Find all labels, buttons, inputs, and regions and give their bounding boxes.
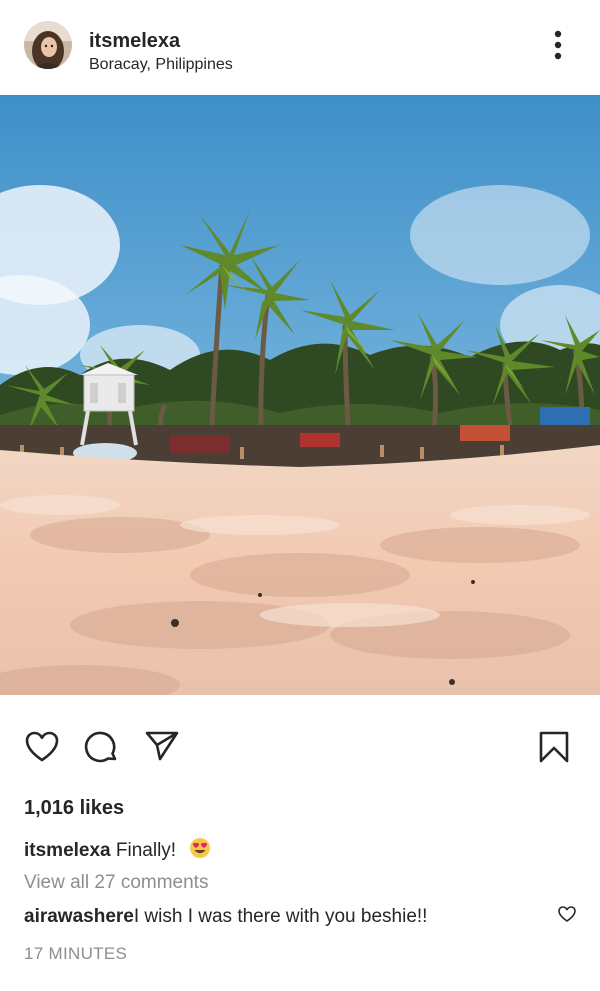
comment-username[interactable]: airawashere: [24, 906, 134, 927]
comment-icon[interactable]: [84, 729, 120, 765]
post-caption: itsmelexa Finally!: [24, 837, 211, 863]
action-bar: [0, 695, 600, 795]
caption-text: Finally!: [115, 840, 177, 861]
beach-photo: [0, 95, 600, 695]
heart-eyes-emoji: [189, 837, 211, 859]
view-all-comments-link[interactable]: View all 27 comments: [24, 871, 208, 895]
post-header: itsmelexa Boracay, Philippines: [0, 0, 600, 95]
caption-username[interactable]: itsmelexa: [24, 840, 111, 861]
bookmark-icon[interactable]: [536, 729, 572, 765]
post-photo[interactable]: [0, 95, 600, 695]
likes-count[interactable]: 1,016 likes: [24, 796, 124, 820]
heart-icon[interactable]: [24, 729, 60, 765]
avatar-image: [24, 21, 72, 69]
post-location[interactable]: Boracay, Philippines: [89, 55, 233, 75]
comment-item: airawashereI wish I was there with you b…: [24, 905, 427, 929]
post-username[interactable]: itsmelexa: [89, 29, 180, 53]
avatar[interactable]: [24, 21, 72, 69]
comment-heart-icon[interactable]: [557, 904, 577, 924]
share-icon[interactable]: [144, 729, 180, 765]
post-timestamp: 17 MINUTES: [24, 944, 128, 963]
comment-text: I wish I was there with you beshie!!: [133, 906, 428, 927]
more-vertical-icon[interactable]: [546, 28, 570, 62]
